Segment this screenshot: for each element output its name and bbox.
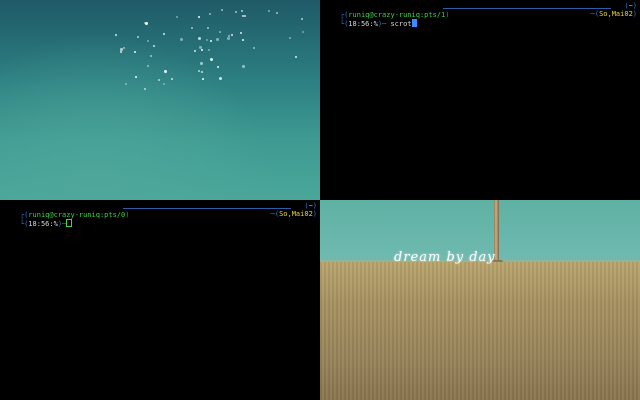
star: [198, 16, 201, 19]
star: [240, 31, 243, 34]
prompt-time: 18:56: [348, 20, 370, 28]
star: [244, 14, 247, 17]
star: [219, 30, 222, 33]
star: [215, 37, 219, 41]
star: [157, 78, 160, 81]
star: [241, 15, 244, 18]
star: [209, 58, 213, 62]
star: [119, 51, 122, 54]
star: [144, 87, 147, 90]
star: [210, 40, 213, 42]
text-cursor: [411, 19, 417, 27]
star: [190, 27, 193, 30]
star: [147, 39, 150, 42]
star: [242, 39, 245, 42]
star: [230, 34, 233, 37]
star: [114, 34, 117, 37]
star: [227, 37, 231, 41]
star: [201, 71, 204, 74]
star: [288, 36, 291, 39]
star: [120, 48, 124, 52]
star: [180, 37, 184, 41]
star: [153, 45, 156, 48]
dir-close: ): [312, 202, 317, 210]
prompt-close: )─: [377, 20, 387, 28]
date-open: ─(: [590, 10, 600, 18]
star: [125, 83, 128, 86]
frame-rule: [123, 208, 291, 209]
star: [208, 48, 211, 51]
date-close: ): [312, 210, 317, 218]
star: [234, 11, 237, 14]
star: [301, 18, 304, 21]
text-cursor: [66, 219, 73, 227]
star: [171, 78, 174, 81]
star: [220, 9, 223, 12]
prompt-date: So,Mai02: [279, 210, 313, 218]
star: [197, 37, 201, 41]
star: [176, 16, 179, 18]
star: [162, 32, 165, 35]
star: [241, 9, 244, 12]
wallpaper-pane-top-left: [0, 0, 320, 200]
prompt-time: 18:56: [28, 220, 50, 228]
star: [295, 56, 298, 59]
star: [146, 64, 149, 67]
star: [201, 49, 204, 52]
prompt-close: )─: [57, 220, 67, 228]
star: [206, 27, 209, 29]
star: [134, 51, 137, 54]
frame-rule: [443, 8, 611, 9]
star: [200, 62, 204, 66]
star: [164, 69, 168, 73]
star: [276, 11, 279, 14]
wallpaper-script-text: dream by day: [394, 250, 496, 265]
date-close: ): [632, 10, 637, 18]
star: [268, 9, 271, 12]
star: [197, 69, 200, 72]
star: [205, 38, 208, 41]
terminal-prompt-line[interactable]: └(18:56:%)─ ─(So,Mai02): [3, 210, 317, 228]
prompt-date: So,Mai02: [599, 10, 633, 18]
wallpaper-pane-bottom-right: dream by day: [320, 200, 640, 400]
star: [137, 35, 140, 38]
star: [135, 75, 138, 78]
dir-close: ): [632, 2, 637, 10]
grass-field: [320, 262, 640, 400]
star: [242, 65, 246, 69]
date-open: ─(: [270, 210, 280, 218]
star: [217, 66, 220, 69]
star: [253, 47, 256, 50]
star: [163, 82, 166, 85]
command-input-text[interactable]: scrot: [386, 20, 411, 28]
terminal-window-pts0[interactable]: ┌(runiq@crazy-runiq:pts/0) (~) └(18:56:%…: [0, 200, 320, 400]
star: [143, 21, 146, 24]
star: [201, 77, 204, 80]
star: [219, 76, 223, 80]
terminal-window-pts1[interactable]: ┌(runiq@crazy-runiq:pts/1) (~) └(18:56:%…: [320, 0, 640, 200]
star: [193, 49, 196, 52]
star: [301, 31, 304, 34]
star: [208, 12, 211, 15]
terminal-prompt-line[interactable]: └(18:56:%)─ scrot ─(So,Mai02): [323, 10, 637, 28]
star: [122, 46, 125, 49]
star: [150, 54, 153, 57]
